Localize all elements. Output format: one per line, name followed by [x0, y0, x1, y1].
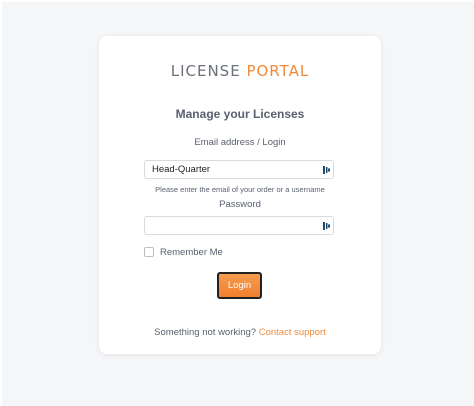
license-portal-logo: LICENSE PORTAL	[99, 62, 381, 80]
remember-me[interactable]: Remember Me	[144, 246, 223, 258]
key-icon	[323, 166, 330, 174]
logo-text-license: LICENSE	[170, 62, 241, 80]
contact-support-link[interactable]: Contact support	[259, 327, 326, 338]
login-button[interactable]: Login	[217, 272, 262, 299]
support-footer: Something not working? Contact support	[99, 327, 381, 338]
frame-edge	[0, 0, 474, 2]
email-hint: Please enter the email of your order or …	[155, 185, 325, 194]
login-card: LICENSE PORTAL Manage your Licenses Emai…	[99, 36, 381, 354]
remember-me-label[interactable]: Remember Me	[160, 247, 223, 258]
email-label: Email address / Login	[194, 137, 286, 148]
frame-edge	[0, 0, 2, 406]
remember-me-checkbox[interactable]	[144, 247, 154, 257]
logo-text-portal: PORTAL	[246, 62, 310, 80]
email-value: Head-Quarter	[152, 164, 211, 175]
footer-text: Something not working?	[154, 327, 257, 338]
password-label: Password	[219, 199, 261, 210]
page-title: Manage your Licenses	[175, 107, 305, 121]
password-field[interactable]	[144, 216, 334, 235]
email-field[interactable]: Head-Quarter	[144, 160, 334, 179]
key-icon	[323, 222, 330, 230]
